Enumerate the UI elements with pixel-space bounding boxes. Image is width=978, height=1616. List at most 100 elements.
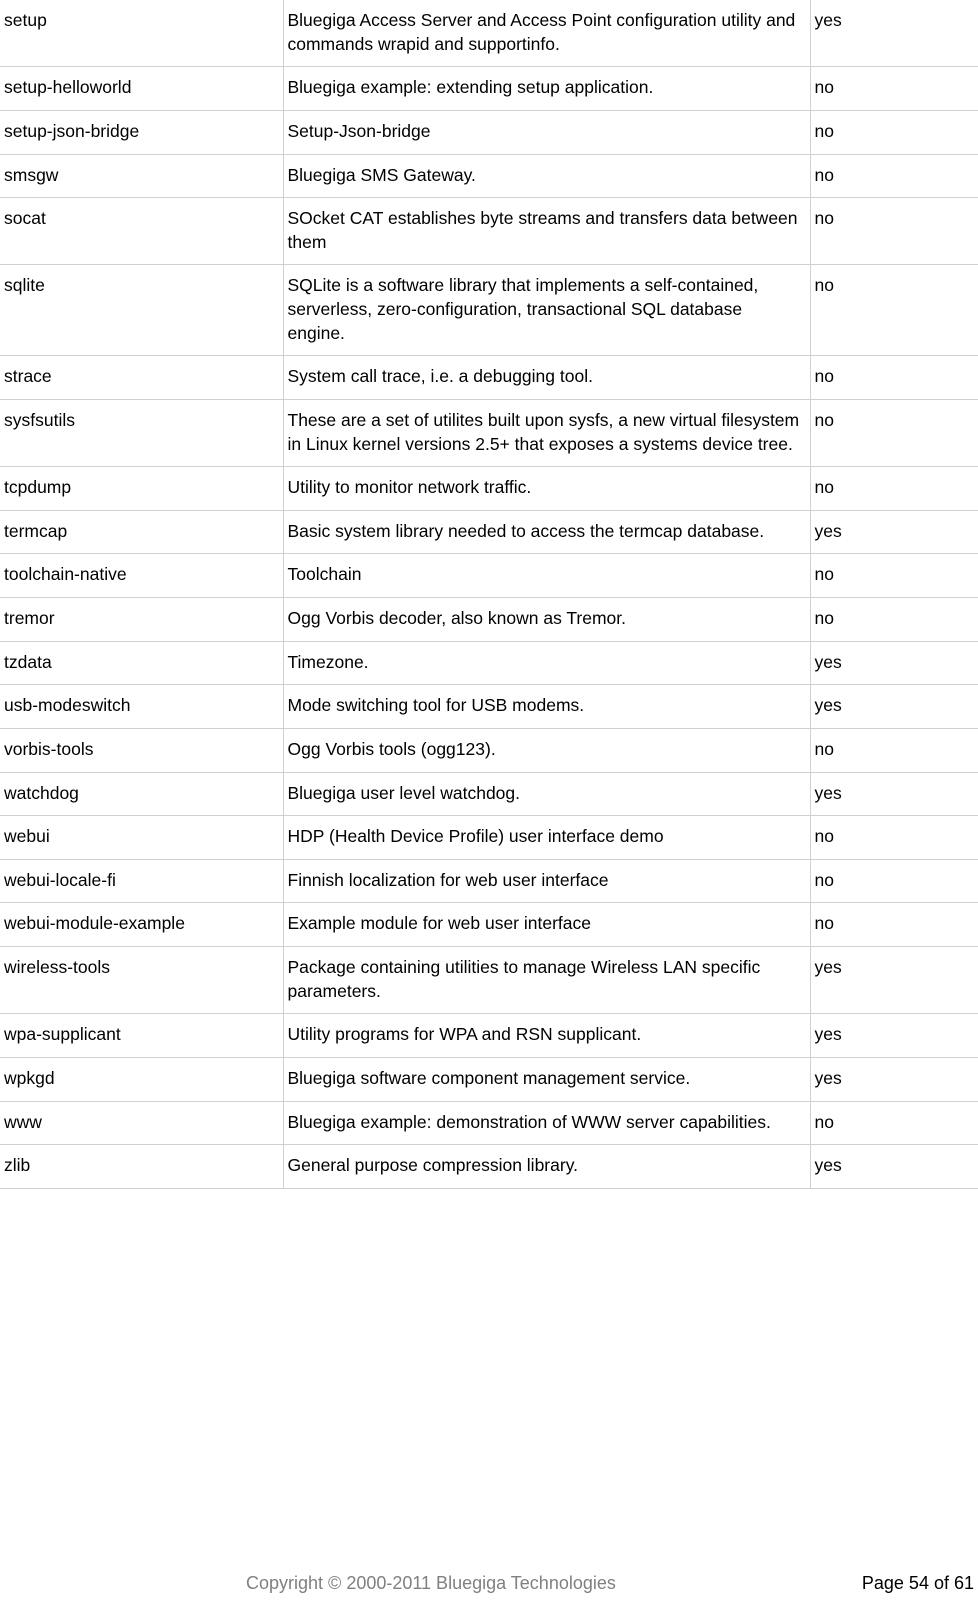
package-flag-cell: yes [810,1057,978,1101]
package-flag-cell: no [810,67,978,111]
package-desc-cell: These are a set of utilites built upon s… [283,399,810,466]
package-desc-cell: Setup-Json-bridge [283,110,810,154]
package-flag-cell: no [810,554,978,598]
package-desc-cell: Utility programs for WPA and RSN supplic… [283,1014,810,1058]
package-desc-cell: Bluegiga example: extending setup applic… [283,67,810,111]
package-name-cell: wpa-supplicant [0,1014,283,1058]
table-row: wpa-supplicantUtility programs for WPA a… [0,1014,978,1058]
package-flag-cell: yes [810,772,978,816]
package-desc-cell: Bluegiga SMS Gateway. [283,154,810,198]
package-desc-cell: Bluegiga user level watchdog. [283,772,810,816]
table-row: vorbis-toolsOgg Vorbis tools (ogg123).no [0,728,978,772]
table-row: wwwBluegiga example: demonstration of WW… [0,1101,978,1145]
table-row: setup-helloworldBluegiga example: extend… [0,67,978,111]
package-desc-cell: Basic system library needed to access th… [283,510,810,554]
package-flag-cell: yes [810,1145,978,1189]
packages-table: setupBluegiga Access Server and Access P… [0,0,978,1189]
package-desc-cell: Bluegiga example: demonstration of WWW s… [283,1101,810,1145]
package-name-cell: watchdog [0,772,283,816]
package-flag-cell: no [810,265,978,356]
copyright-text: Copyright © 2000-2011 Bluegiga Technolog… [0,1573,862,1594]
table-row: sysfsutilsThese are a set of utilites bu… [0,399,978,466]
package-name-cell: setup-json-bridge [0,110,283,154]
package-desc-cell: Toolchain [283,554,810,598]
table-row: straceSystem call trace, i.e. a debuggin… [0,356,978,400]
package-flag-cell: yes [810,641,978,685]
table-row: socatSOcket CAT establishes byte streams… [0,198,978,265]
package-desc-cell: SOcket CAT establishes byte streams and … [283,198,810,265]
table-row: setupBluegiga Access Server and Access P… [0,0,978,67]
package-desc-cell: Bluegiga Access Server and Access Point … [283,0,810,67]
table-row: tzdataTimezone.yes [0,641,978,685]
package-name-cell: zlib [0,1145,283,1189]
table-row: webui-locale-fiFinnish localization for … [0,859,978,903]
package-name-cell: tremor [0,598,283,642]
package-flag-cell: no [810,356,978,400]
package-flag-cell: yes [810,947,978,1014]
package-name-cell: sysfsutils [0,399,283,466]
table-row: tcpdumpUtility to monitor network traffi… [0,467,978,511]
package-flag-cell: yes [810,510,978,554]
package-flag-cell: no [810,198,978,265]
package-desc-cell: Package containing utilities to manage W… [283,947,810,1014]
table-row: toolchain-nativeToolchainno [0,554,978,598]
package-name-cell: sqlite [0,265,283,356]
package-desc-cell: SQLite is a software library that implem… [283,265,810,356]
table-row: setup-json-bridgeSetup-Json-bridgeno [0,110,978,154]
package-name-cell: vorbis-tools [0,728,283,772]
package-name-cell: www [0,1101,283,1145]
package-name-cell: toolchain-native [0,554,283,598]
package-flag-cell: no [810,598,978,642]
package-name-cell: webui-locale-fi [0,859,283,903]
package-flag-cell: no [810,110,978,154]
package-name-cell: termcap [0,510,283,554]
package-flag-cell: no [810,467,978,511]
package-desc-cell: Ogg Vorbis tools (ogg123). [283,728,810,772]
package-desc-cell: Bluegiga software component management s… [283,1057,810,1101]
package-desc-cell: HDP (Health Device Profile) user interfa… [283,816,810,860]
package-desc-cell: Ogg Vorbis decoder, also known as Tremor… [283,598,810,642]
package-name-cell: setup [0,0,283,67]
package-desc-cell: System call trace, i.e. a debugging tool… [283,356,810,400]
package-name-cell: webui [0,816,283,860]
package-name-cell: socat [0,198,283,265]
package-desc-cell: Utility to monitor network traffic. [283,467,810,511]
page-number: Page 54 of 61 [862,1573,974,1594]
table-row: tremorOgg Vorbis decoder, also known as … [0,598,978,642]
package-desc-cell: Finnish localization for web user interf… [283,859,810,903]
package-name-cell: setup-helloworld [0,67,283,111]
package-flag-cell: no [810,154,978,198]
table-row: webuiHDP (Health Device Profile) user in… [0,816,978,860]
package-desc-cell: Timezone. [283,641,810,685]
table-row: sqliteSQLite is a software library that … [0,265,978,356]
package-name-cell: wireless-tools [0,947,283,1014]
package-flag-cell: no [810,903,978,947]
package-desc-cell: Mode switching tool for USB modems. [283,685,810,729]
page-footer: Copyright © 2000-2011 Bluegiga Technolog… [0,1573,978,1594]
table-row: usb-modeswitchMode switching tool for US… [0,685,978,729]
package-name-cell: tcpdump [0,467,283,511]
package-flag-cell: yes [810,0,978,67]
table-row: webui-module-exampleExample module for w… [0,903,978,947]
package-flag-cell: yes [810,1014,978,1058]
package-flag-cell: no [810,399,978,466]
package-flag-cell: yes [810,685,978,729]
package-desc-cell: Example module for web user interface [283,903,810,947]
table-row: zlibGeneral purpose compression library.… [0,1145,978,1189]
package-name-cell: smsgw [0,154,283,198]
package-flag-cell: no [810,816,978,860]
table-row: termcapBasic system library needed to ac… [0,510,978,554]
table-row: smsgwBluegiga SMS Gateway.no [0,154,978,198]
package-name-cell: usb-modeswitch [0,685,283,729]
table-row: wpkgdBluegiga software component managem… [0,1057,978,1101]
package-flag-cell: no [810,728,978,772]
table-row: watchdogBluegiga user level watchdog.yes [0,772,978,816]
package-name-cell: strace [0,356,283,400]
package-flag-cell: no [810,859,978,903]
package-name-cell: wpkgd [0,1057,283,1101]
package-name-cell: tzdata [0,641,283,685]
table-row: wireless-toolsPackage containing utiliti… [0,947,978,1014]
package-name-cell: webui-module-example [0,903,283,947]
package-desc-cell: General purpose compression library. [283,1145,810,1189]
package-flag-cell: no [810,1101,978,1145]
